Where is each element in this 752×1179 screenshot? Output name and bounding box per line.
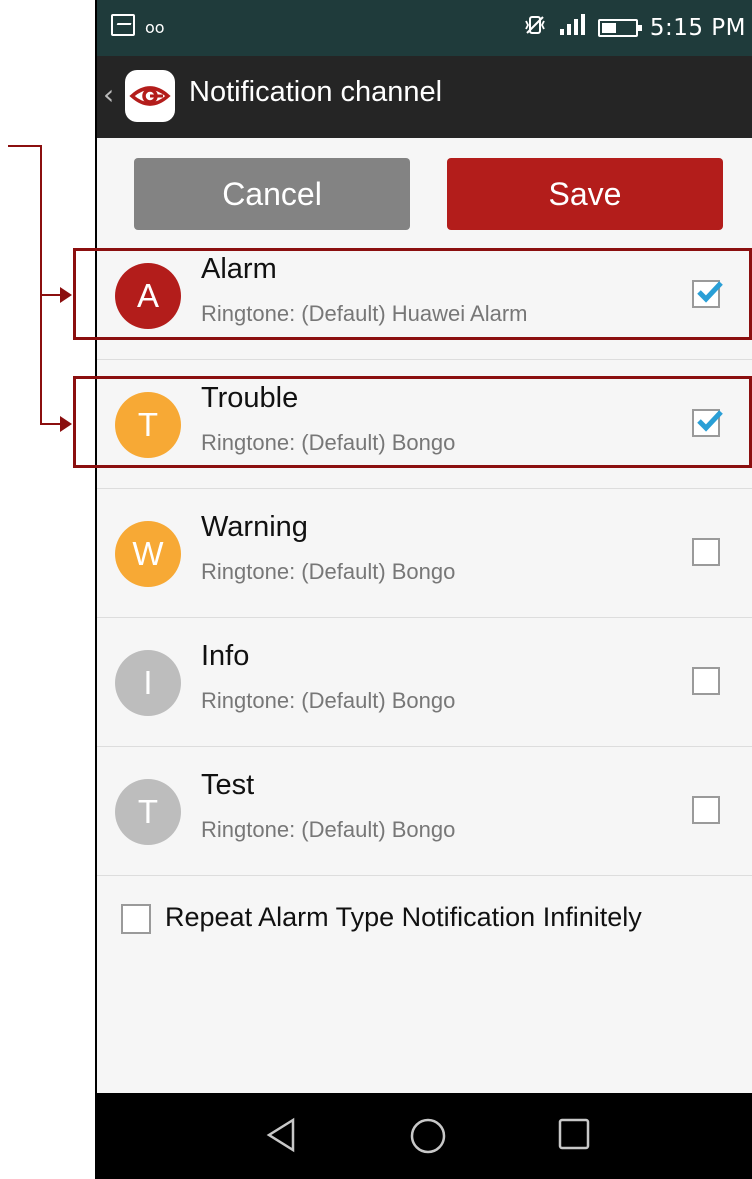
eye-logo-icon [129, 86, 171, 106]
status-bar: oo 5:15 PM [97, 0, 752, 56]
highlight-box-trouble [73, 376, 752, 468]
page-title: Notification channel [189, 76, 443, 108]
app-bar: ‹ Notification channel [97, 56, 752, 138]
channel-title: Warning [201, 511, 308, 543]
cancel-button[interactable]: Cancel [134, 158, 410, 230]
app-logo[interactable] [125, 70, 175, 122]
gallery-icon [111, 14, 135, 36]
repeat-notification-option[interactable]: Repeat Alarm Type Notification Infinitel… [97, 888, 752, 968]
battery-icon [597, 19, 642, 37]
callout-connector-vertical [40, 145, 42, 425]
highlight-box-alarm [73, 248, 752, 340]
channel-ringtone: Ringtone: (Default) Bongo [201, 688, 456, 713]
repeat-notification-checkbox[interactable] [121, 904, 151, 934]
channel-avatar-info: I [115, 650, 181, 716]
status-bar-right: 5:15 PM [524, 10, 746, 46]
channel-title: Test [201, 769, 255, 801]
vibrate-icon [524, 14, 546, 42]
channel-row-info[interactable]: I Info Ringtone: (Default) Bongo [97, 618, 752, 747]
signal-icon [558, 13, 586, 43]
channel-ringtone: Ringtone: (Default) Bongo [201, 817, 456, 842]
callout-connector-alarm [40, 294, 62, 296]
navigation-bar [97, 1093, 752, 1179]
back-triangle-icon[interactable] [265, 1117, 297, 1157]
callout-arrow-trouble [60, 416, 72, 432]
channel-row-test[interactable]: T Test Ringtone: (Default) Bongo [97, 747, 752, 876]
channel-ringtone: Ringtone: (Default) Bongo [201, 559, 456, 584]
callout-connector-top [8, 145, 42, 147]
channel-avatar-test: T [115, 779, 181, 845]
channel-title: Info [201, 640, 250, 672]
phone-screen: oo 5:15 PM ‹ Notification channel Cancel… [95, 0, 752, 1179]
status-time: 5:15 PM [649, 15, 746, 41]
home-circle-icon[interactable] [409, 1117, 447, 1159]
back-chevron-icon[interactable]: ‹ [103, 78, 114, 111]
voicemail-icon: oo [145, 18, 165, 37]
channel-checkbox-info[interactable] [692, 667, 720, 695]
callout-arrow-alarm [60, 287, 72, 303]
callout-connector-trouble [40, 423, 62, 425]
channel-checkbox-warning[interactable] [692, 538, 720, 566]
channel-checkbox-test[interactable] [692, 796, 720, 824]
repeat-notification-label: Repeat Alarm Type Notification Infinitel… [165, 902, 642, 932]
channel-avatar-warning: W [115, 521, 181, 587]
recents-square-icon[interactable] [557, 1117, 591, 1155]
channel-row-warning[interactable]: W Warning Ringtone: (Default) Bongo [97, 489, 752, 618]
save-button[interactable]: Save [447, 158, 723, 230]
